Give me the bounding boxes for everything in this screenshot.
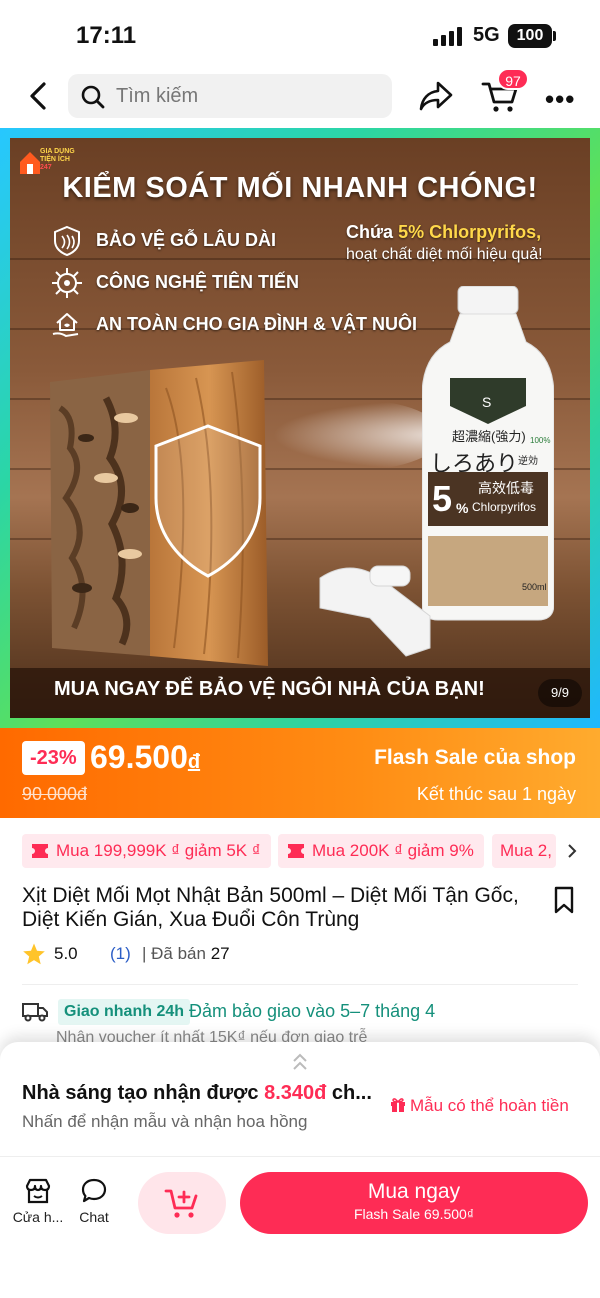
- status-bar: 17:11 5G 100: [0, 0, 600, 66]
- termite-damaged-wood-illustration: [50, 360, 268, 666]
- back-icon[interactable]: [24, 78, 54, 114]
- wood-shield-icon: [54, 225, 80, 257]
- flash-sale-banner: -23% 69.500đ 90.000đ Flash Sale của shop…: [0, 728, 600, 818]
- buy-now-sublabel: Flash Sale 69.500₫: [353, 1206, 475, 1222]
- chat-button[interactable]: Chat: [66, 1177, 122, 1225]
- bottom-action-bar: Cửa h... Chat Mua ngay Flash Sale 69.500…: [0, 1156, 600, 1298]
- voucher-icon: [32, 844, 48, 858]
- creator-commission-title: Nhà sáng tạo nhận được 8.340đ ch...: [22, 1082, 372, 1104]
- refundable-sample-link[interactable]: Mẫu có thể hoàn tiền: [390, 1096, 569, 1116]
- feature-label: AN TOÀN CHO GIA ĐÌNH & VẬT NUÔI: [96, 314, 418, 334]
- search-placeholder: Tìm kiếm: [116, 85, 199, 107]
- product-image: GIA DỤNG TIỆN ÍCH 247 KIỂM SOÁT MỐI NHAN…: [10, 138, 590, 718]
- flash-sale-countdown: Kết thúc sau 1 ngày: [416, 784, 576, 804]
- star-icon: [23, 943, 45, 965]
- truck-icon: [22, 1003, 48, 1022]
- chevron-up-icon[interactable]: [288, 1050, 312, 1074]
- rating-count: (1): [110, 944, 131, 963]
- top-nav: Tìm kiếm 97 •••: [0, 66, 600, 128]
- buy-now-label: Mua ngay: [367, 1180, 461, 1203]
- home-hand-icon: [52, 313, 79, 338]
- bottle-label: S 超濃縮(強力) しろあり 逆効 100% 5 % 高效低毒 Chlorpyr…: [422, 286, 554, 622]
- spray-trigger-illustration: [319, 565, 431, 657]
- signal-icon: [433, 27, 462, 46]
- product-title: Xịt Diệt Mối Mọt Nhật Bản 500ml – Diệt M…: [22, 884, 519, 931]
- chip-icon: [52, 268, 82, 298]
- chat-label: Chat: [79, 1209, 109, 1225]
- hero-cta-text: MUA NGAY ĐỂ BẢO VỆ NGÔI NHÀ CỦA BẠN!: [54, 678, 485, 700]
- feature-label: CÔNG NGHỆ TIÊN TIẾN: [96, 272, 300, 292]
- hero-title: KIỂM SOÁT MỐI NHANH CHÓNG!: [62, 172, 538, 204]
- chemical-description: hoạt chất diệt mối hiệu quả!: [346, 246, 543, 263]
- search-icon: [81, 85, 105, 109]
- voucher-chip[interactable]: Mua 200K ₫ giảm 9%: [278, 834, 484, 868]
- shop-icon: [25, 1178, 51, 1204]
- delivery-guarantee: Đảm bảo giao vào 5–7 tháng 4: [189, 1001, 436, 1021]
- search-bar[interactable]: Tìm kiếm: [68, 74, 392, 118]
- chemical-claim: Chứa 5% Chlorpyrifos,: [346, 222, 542, 242]
- sale-price: 69.500đ: [90, 739, 201, 775]
- more-options-icon[interactable]: •••: [545, 84, 575, 115]
- sold-count: | Đã bán 27: [142, 944, 230, 963]
- feature-label: BẢO VỆ GỖ LÂU DÀI: [96, 230, 277, 250]
- discount-badge: -23%: [22, 741, 85, 775]
- image-counter: 9/9: [538, 679, 582, 707]
- shop-button[interactable]: Cửa h...: [10, 1177, 66, 1225]
- bookmark-icon[interactable]: [552, 886, 576, 914]
- fast-delivery-badge: Giao nhanh 24h: [58, 999, 191, 1025]
- product-image-carousel[interactable]: GIA DỤNG TIỆN ÍCH 247 KIỂM SOÁT MỐI NHAN…: [0, 128, 600, 728]
- rating-score: 5.0: [54, 944, 78, 963]
- spray-mist: [272, 400, 442, 470]
- brand-logo-text: GIA DỤNG TIỆN ÍCH 247: [40, 148, 75, 171]
- voucher-row: Mua 199,999K ₫ giảm 5K ₫ Mua 200K ₫ giảm…: [0, 834, 600, 868]
- shop-label: Cửa h...: [12, 1209, 64, 1225]
- battery-cap: [553, 31, 556, 41]
- chevron-right-icon[interactable]: [565, 841, 579, 861]
- network-type: 5G: [473, 24, 500, 46]
- share-icon[interactable]: [418, 80, 454, 112]
- gift-icon: [391, 1098, 405, 1112]
- add-to-cart-icon: [164, 1189, 198, 1218]
- voucher-chip[interactable]: Mua 199,999K ₫ giảm 5K ₫: [22, 834, 271, 868]
- flash-sale-title: Flash Sale của shop: [374, 746, 576, 769]
- chat-icon: [81, 1178, 107, 1203]
- battery-icon: 100: [508, 24, 552, 48]
- buy-now-button[interactable]: Mua ngay Flash Sale 69.500₫: [240, 1172, 588, 1234]
- creator-commission-sheet[interactable]: Nhà sáng tạo nhận được 8.340đ ch... Nhấn…: [0, 1042, 600, 1156]
- add-to-cart-button[interactable]: [138, 1172, 226, 1234]
- original-price: 90.000đ: [22, 784, 88, 804]
- voucher-chip[interactable]: Mua 2,: [492, 834, 556, 868]
- creator-commission-subtitle: Nhấn để nhận mẫu và nhận hoa hồng: [22, 1112, 308, 1131]
- status-time: 17:11: [76, 22, 137, 49]
- cart-count-badge: 97: [497, 68, 529, 90]
- voucher-icon: [288, 844, 304, 858]
- divider: [22, 984, 578, 985]
